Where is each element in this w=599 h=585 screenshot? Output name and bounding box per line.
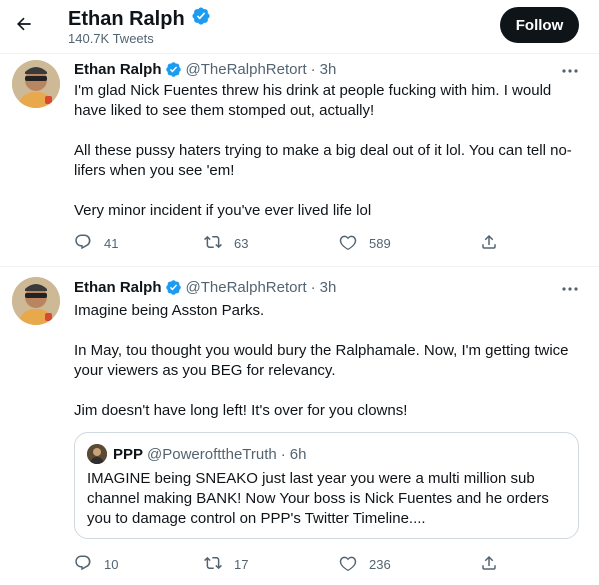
retweet-icon <box>204 554 222 575</box>
avatar[interactable] <box>12 277 60 325</box>
tweet-meta: Ethan Ralph @TheRalphRetort · 3h <box>74 61 336 78</box>
tweet-text: I'm glad Nick Fuentes threw his drink at… <box>74 81 579 221</box>
tweet-actions: 10 17 236 <box>74 554 504 574</box>
tweet-meta: Ethan Ralph @TheRalphRetort · 3h <box>74 279 336 296</box>
more-options-icon[interactable] <box>560 63 580 79</box>
author-name[interactable]: Ethan Ralph <box>74 61 162 78</box>
separator-dot: · <box>280 445 286 463</box>
avatar[interactable] <box>12 60 60 108</box>
verified-badge-icon <box>165 61 182 78</box>
reply-icon <box>74 554 92 575</box>
profile-header: Ethan Ralph 140.7K Tweets Follow <box>0 0 599 53</box>
verified-badge-icon <box>191 6 211 32</box>
author-handle[interactable]: @TheRalphRetort <box>186 61 307 78</box>
follow-button[interactable]: Follow <box>500 7 579 43</box>
tweet-paragraph: I'm glad Nick Fuentes threw his drink at… <box>74 82 556 119</box>
profile-name: Ethan Ralph <box>68 6 211 32</box>
quoted-tweet-text: IMAGINE being SNEAKO just last year you … <box>87 470 549 527</box>
tweet-paragraph: In May, tou thought you would bury the R… <box>74 342 573 379</box>
retweet-count: 17 <box>234 556 249 572</box>
quoted-tweet-meta: PPP @PowerofttheTruth · 6h <box>87 444 306 464</box>
heart-icon <box>339 233 357 254</box>
tweet-time[interactable]: 3h <box>320 279 337 296</box>
retweet-button[interactable]: 63 <box>204 233 248 253</box>
tweet-text: Imagine being Asston Parks. In May, tou … <box>74 301 579 421</box>
verified-badge-icon <box>165 279 182 296</box>
reply-button[interactable]: 41 <box>74 233 118 253</box>
reply-icon <box>74 233 92 254</box>
share-button[interactable] <box>480 233 498 253</box>
tweet-paragraph: Imagine being Asston Parks. <box>74 302 265 319</box>
more-options-icon[interactable] <box>560 281 580 297</box>
tweet-actions: 41 63 589 <box>74 233 504 253</box>
quoted-author-handle: @PowerofttheTruth <box>147 445 277 463</box>
quoted-author-name: PPP <box>113 445 144 463</box>
quoted-tweet[interactable]: PPP @PowerofttheTruth · 6h IMAGINE being… <box>74 432 579 539</box>
tweet-paragraph: Very minor incident if you've ever lived… <box>74 202 372 219</box>
share-icon <box>480 233 498 254</box>
tweet-paragraph: Jim doesn't have long left! It's over fo… <box>74 402 408 419</box>
retweet-icon <box>204 233 222 254</box>
reply-count: 41 <box>104 235 119 251</box>
quoted-tweet-time: 6h <box>289 445 307 463</box>
share-button[interactable] <box>480 554 498 574</box>
like-button[interactable]: 589 <box>339 233 391 253</box>
reply-button[interactable]: 10 <box>74 554 118 574</box>
like-button[interactable]: 236 <box>339 554 391 574</box>
share-icon <box>480 554 498 575</box>
like-count: 236 <box>369 556 391 572</box>
separator-dot: · <box>310 61 316 78</box>
profile-name-text: Ethan Ralph <box>68 7 185 30</box>
tweet-time[interactable]: 3h <box>320 61 337 78</box>
back-arrow-icon[interactable] <box>10 10 38 38</box>
reply-count: 10 <box>104 556 119 572</box>
author-name[interactable]: Ethan Ralph <box>74 279 162 296</box>
tweet-count: 140.7K Tweets <box>68 31 154 46</box>
tweet-paragraph: All these pussy haters trying to make a … <box>74 142 572 179</box>
heart-icon <box>339 554 357 575</box>
quoted-avatar <box>87 444 107 464</box>
tweet[interactable]: Ethan Ralph @TheRalphRetort · 3h Imagine… <box>0 266 599 585</box>
tweet[interactable]: Ethan Ralph @TheRalphRetort · 3h I'm gla… <box>0 53 599 266</box>
like-count: 589 <box>369 235 391 251</box>
author-handle[interactable]: @TheRalphRetort <box>186 279 307 296</box>
retweet-button[interactable]: 17 <box>204 554 248 574</box>
separator-dot: · <box>310 279 316 296</box>
retweet-count: 63 <box>234 235 249 251</box>
